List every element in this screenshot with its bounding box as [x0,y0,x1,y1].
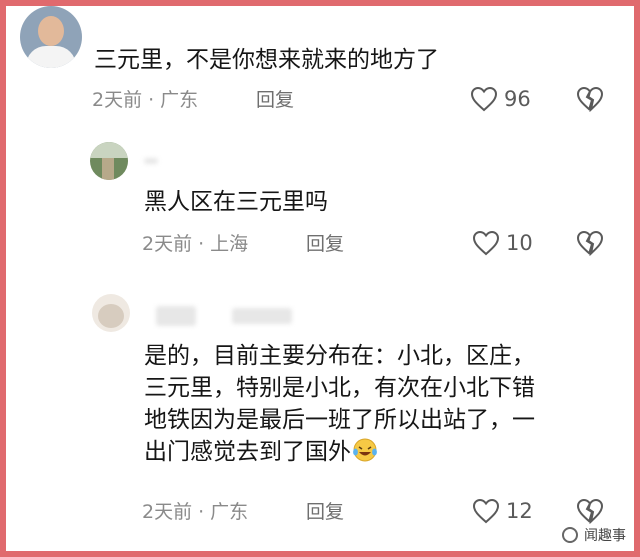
like-count: 10 [506,231,533,255]
comment-meta: 2天前 · 广东 [142,501,249,523]
broken-heart-icon [576,498,604,524]
reply-button[interactable]: 回复 [256,88,294,112]
comment-text: 是的，目前主要分布在：小北，区庄， 三元里，特别是小北，有次在小北下错 地铁因为… [144,343,535,465]
comment-location: 上海 [210,233,249,255]
like-button[interactable]: 12 [472,498,533,524]
avatar[interactable] [90,142,128,180]
comment-time: 2天前 [142,233,193,255]
comment-card: 三元里，不是你想来就来的地方了 2天前 · 广东 回复 96 黑人区在三元里吗 2天… [6,6,634,551]
heart-icon [472,230,500,256]
watermark-logo-icon [562,527,578,543]
comment-text: 黑人区在三元里吗 [144,189,328,215]
dislike-button[interactable] [576,498,604,524]
like-count: 12 [506,499,533,523]
reply-button[interactable]: 回复 [306,500,344,524]
username-blurred [156,306,196,326]
watermark: 闻趣事 [562,525,626,545]
dislike-button[interactable] [576,86,604,112]
heart-icon [470,86,498,112]
broken-heart-icon [576,86,604,112]
avatar[interactable] [20,6,82,68]
like-count: 96 [504,87,531,111]
comment-location: 广东 [160,89,199,111]
dislike-button[interactable] [576,230,604,256]
reply-button[interactable]: 回复 [306,232,344,256]
comment-time: 2天前 [142,501,193,523]
watermark-text: 闻趣事 [584,528,626,544]
broken-heart-icon [576,230,604,256]
comment-meta: 2天前 · 上海 [142,233,249,255]
heart-icon [472,498,500,524]
laughing-crying-emoji-icon [351,437,379,463]
like-button[interactable]: 96 [470,86,531,112]
username-blurred [144,158,158,164]
comment-meta: 2天前 · 广东 [92,89,199,111]
comment-location: 广东 [210,501,249,523]
like-button[interactable]: 10 [472,230,533,256]
comment-time: 2天前 [92,89,143,111]
comment-text: 三元里，不是你想来就来的地方了 [94,47,439,73]
avatar[interactable] [92,294,130,332]
username-blurred [232,308,292,324]
